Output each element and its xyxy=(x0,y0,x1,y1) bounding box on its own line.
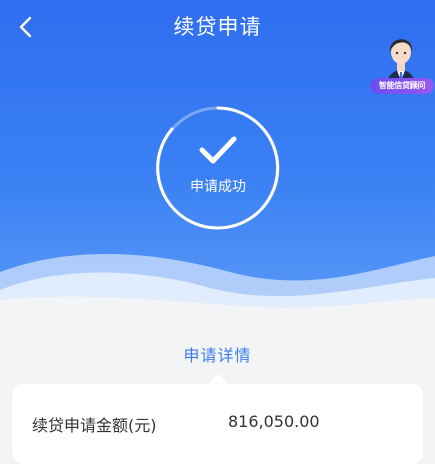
success-indicator: 申请成功 xyxy=(154,104,282,232)
header-banner: 续贷申请 智能信贷顾问 申请成功 xyxy=(0,0,435,318)
status-text: 申请成功 xyxy=(190,179,246,195)
ai-advisor-button[interactable]: 智能信贷顾问 xyxy=(368,22,434,98)
loan-amount-label: 续贷申请金额(元) xyxy=(32,416,157,435)
progress-ring xyxy=(156,106,280,230)
checkmark-icon xyxy=(199,136,237,164)
advisor-label: 智能信贷顾问 xyxy=(370,78,434,94)
loan-amount-value: 816,050.00 xyxy=(228,412,320,431)
card-pointer xyxy=(208,374,228,384)
details-title: 申请详情 xyxy=(183,346,252,365)
details-card: 续贷申请金额(元) 816,050.00 xyxy=(12,384,423,464)
